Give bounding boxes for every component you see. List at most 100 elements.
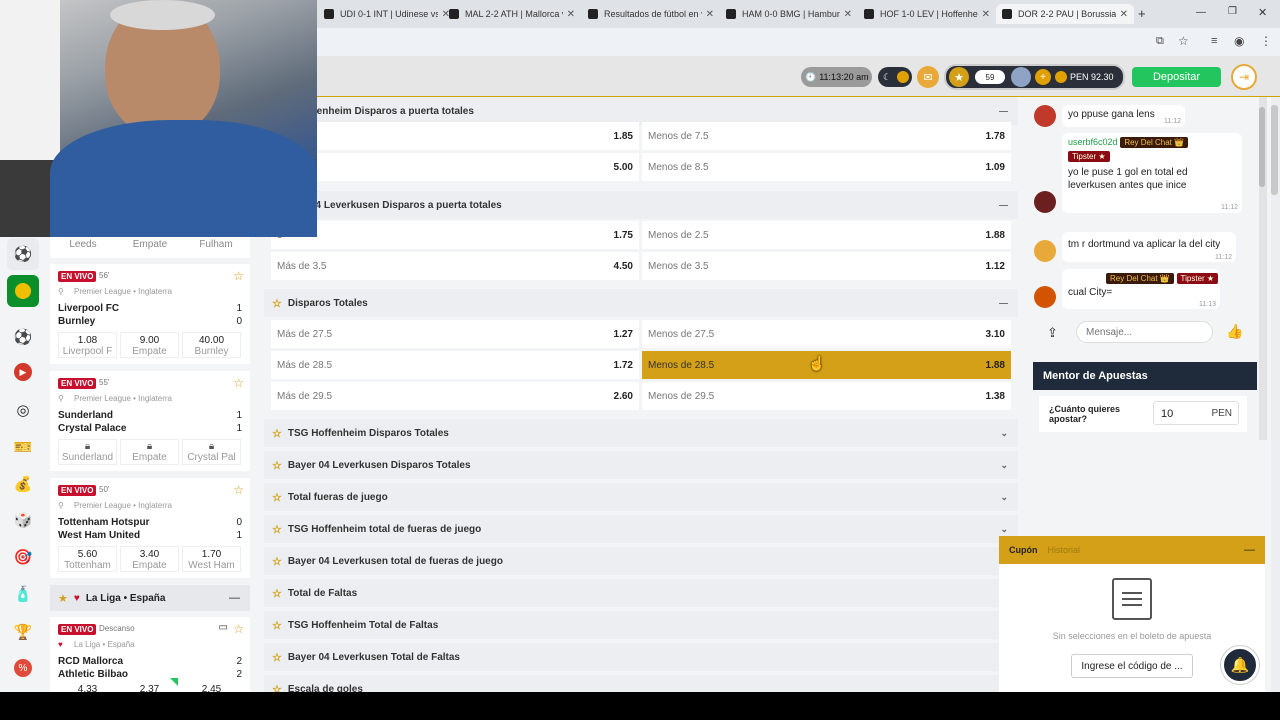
close-tab-icon[interactable]: ✕	[1120, 9, 1128, 20]
chat-message-input[interactable]	[1076, 321, 1213, 343]
favorite-star-icon[interactable]: ☆	[233, 376, 244, 390]
odd-value[interactable]: 4.33	[58, 684, 117, 692]
chat-username[interactable]: userbf6c02d	[1068, 137, 1118, 147]
percent-icon[interactable]: %	[7, 652, 39, 684]
collapse-icon[interactable]: —	[999, 200, 1008, 210]
odd-button[interactable]: 5.60 Tottenham	[58, 546, 117, 572]
restore-icon[interactable]: ❐	[1228, 6, 1237, 17]
sport-icon[interactable]: ⚽	[7, 238, 39, 270]
avatar[interactable]	[1034, 105, 1056, 127]
odd-option[interactable]: 51.85	[271, 122, 639, 150]
favorite-star-icon[interactable]: ☆	[272, 587, 282, 600]
market-header[interactable]: ☆ Disparos Totales —	[264, 289, 1018, 317]
match-card[interactable]: EN VIVO 50' ☆ ⚲ Premier League • Inglate…	[50, 478, 250, 578]
add-funds-icon[interactable]: +	[1035, 69, 1051, 85]
favorite-star-icon[interactable]: ☆	[233, 622, 244, 636]
favorite-star-icon[interactable]: ☆	[272, 683, 282, 693]
coins-icon[interactable]: 💰	[7, 468, 39, 500]
browser-tab[interactable]: UDI 0-1 INT | Udinese vs ✕	[318, 4, 456, 24]
match-card[interactable]: EN VIVO Descanso ▭ ☆ ♥ La Liga • España …	[50, 617, 250, 692]
featured-sport-icon[interactable]	[7, 275, 39, 307]
chevron-down-icon[interactable]: ⌄	[1000, 492, 1008, 503]
scrollbar-thumb[interactable]	[1271, 105, 1278, 195]
odd-option[interactable]: Menos de 27.5 3.10	[642, 320, 1011, 348]
share-icon[interactable]: ⇪	[1047, 325, 1058, 341]
close-tab-icon[interactable]: ✕	[706, 9, 714, 20]
notification-bell-icon[interactable]: 🔔	[1221, 646, 1259, 684]
logout-icon[interactable]: ⇥	[1231, 64, 1257, 90]
odd-button[interactable]: 3.40 Empate	[120, 546, 179, 572]
chevron-down-icon[interactable]: ⌄	[1000, 524, 1008, 535]
odd-option[interactable]: 51.75	[271, 221, 639, 249]
new-tab-button[interactable]: +	[1138, 6, 1146, 21]
football-icon[interactable]: ⚽	[7, 321, 39, 353]
close-tab-icon[interactable]: ✕	[567, 9, 575, 20]
market-collapsed[interactable]: ☆Escala de goles⌄	[264, 675, 1018, 692]
odd-button[interactable]: 40.00 Burnley	[182, 332, 241, 358]
collapse-icon[interactable]: —	[999, 106, 1008, 116]
browser-menu-icon[interactable]: ⋮	[1260, 34, 1272, 48]
odd-button[interactable]: 1.70 West Ham	[182, 546, 241, 572]
avatar[interactable]	[1011, 67, 1031, 87]
market-header[interactable]: 04 Leverkusen Disparos a puerta totales …	[264, 191, 1018, 219]
favorite-star-icon[interactable]: ☆	[233, 269, 244, 283]
deposit-button[interactable]: Depositar	[1132, 67, 1221, 87]
favorite-star-icon[interactable]: ☆	[272, 459, 282, 472]
market-collapsed[interactable]: ☆Bayer 04 Leverkusen Total de Faltas⌄	[264, 643, 1018, 671]
avatar[interactable]	[1034, 240, 1056, 262]
odd-value[interactable]: 2.45	[182, 684, 241, 692]
odd-option[interactable]: Menos de 2.5 1.88	[642, 221, 1011, 249]
market-header[interactable]: ffenheim Disparos a puerta totales —	[264, 97, 1018, 125]
minimize-slip-icon[interactable]: —	[1244, 544, 1255, 556]
league-header[interactable]: ★ ♥ La Liga • España —	[50, 585, 250, 611]
browser-tab[interactable]: MAL 2-2 ATH | Mallorca v ✕	[443, 4, 581, 24]
ticket-icon[interactable]: 🎫	[7, 431, 39, 463]
ball-icon[interactable]: 🎯	[7, 541, 39, 573]
thumbs-up-icon[interactable]: 👍	[1226, 323, 1243, 340]
odd-button-locked[interactable]: 🔒︎ Sunderland	[58, 439, 117, 465]
odd-option[interactable]: 55.00	[271, 153, 639, 181]
mail-icon[interactable]: ✉	[917, 66, 939, 88]
market-collapsed[interactable]: ☆ Bayer 04 Leverkusen Disparos Totales ⌄	[264, 451, 1018, 479]
favorite-star-icon[interactable]: ★	[58, 592, 68, 605]
avatar[interactable]	[1034, 286, 1056, 308]
collapse-icon[interactable]: —	[999, 298, 1008, 308]
odd-option[interactable]: Más de 28.5 1.72	[271, 351, 639, 379]
tv-icon[interactable]: ▭	[219, 622, 228, 633]
market-collapsed[interactable]: ☆ Bayer 04 Leverkusen total de fueras de …	[264, 547, 1018, 575]
odd-option[interactable]: Más de 3.5 4.50	[271, 252, 639, 280]
odd-button[interactable]: 1.08 Liverpool F	[58, 332, 117, 358]
market-collapsed[interactable]: ☆ TSG Hoffenheim Disparos Totales ⌄	[264, 419, 1018, 447]
odd-option-selected[interactable]: Menos de 28.5 1.88	[642, 351, 1011, 379]
market-collapsed[interactable]: ☆Total de Faltas⌄	[264, 579, 1018, 607]
market-collapsed[interactable]: ☆ Total fueras de juego ⌄	[264, 483, 1018, 511]
avatar[interactable]	[1034, 191, 1056, 213]
market-collapsed[interactable]: ☆TSG Hoffenheim Total de Faltas⌄	[264, 611, 1018, 639]
odd-option[interactable]: Menos de 29.5 1.38	[642, 382, 1011, 410]
page-scrollbar[interactable]	[1271, 97, 1280, 692]
favorite-star-icon[interactable]: ☆	[233, 483, 244, 497]
odd-option[interactable]: Menos de 3.5 1.12	[642, 252, 1011, 280]
favorite-star-icon[interactable]: ☆	[272, 555, 282, 568]
odd-button[interactable]: 9.00 Empate	[120, 332, 179, 358]
close-tab-icon[interactable]: ✕	[844, 9, 852, 20]
tab-historial[interactable]: Historial	[1048, 545, 1081, 555]
bet-amount-field[interactable]: 10 PEN	[1153, 401, 1239, 425]
favorite-star-icon[interactable]: ☆	[272, 523, 282, 536]
theme-toggle[interactable]: ☾	[878, 67, 912, 87]
target-icon[interactable]: ◎	[7, 394, 39, 426]
match-card[interactable]: EN VIVO 55' ☆ ⚲ Premier League • Inglate…	[50, 371, 250, 471]
minimize-icon[interactable]: —	[1196, 7, 1206, 18]
favorite-star-icon[interactable]: ☆	[272, 651, 282, 664]
odd-button-locked[interactable]: 🔒︎ Empate	[120, 439, 179, 465]
install-icon[interactable]: ⧉	[1156, 35, 1164, 48]
browser-tab[interactable]: HAM 0-0 BMG | Hamburg ✕	[720, 4, 858, 24]
reading-list-icon[interactable]: ≡	[1211, 35, 1217, 47]
match-card[interactable]: EN VIVO 56' ☆ ⚲ Premier League • Inglate…	[50, 264, 250, 364]
close-window-icon[interactable]: ✕	[1258, 6, 1267, 19]
browser-tab-active[interactable]: DOR 2-2 PAU | Borussia D ✕	[996, 4, 1134, 24]
chevron-down-icon[interactable]: ⌄	[1000, 428, 1008, 439]
video-icon[interactable]: ▶	[7, 356, 39, 388]
match-card-partial[interactable]: Leeds Empate Fulham	[50, 236, 250, 258]
favorite-star-icon[interactable]: ☆	[272, 297, 282, 310]
